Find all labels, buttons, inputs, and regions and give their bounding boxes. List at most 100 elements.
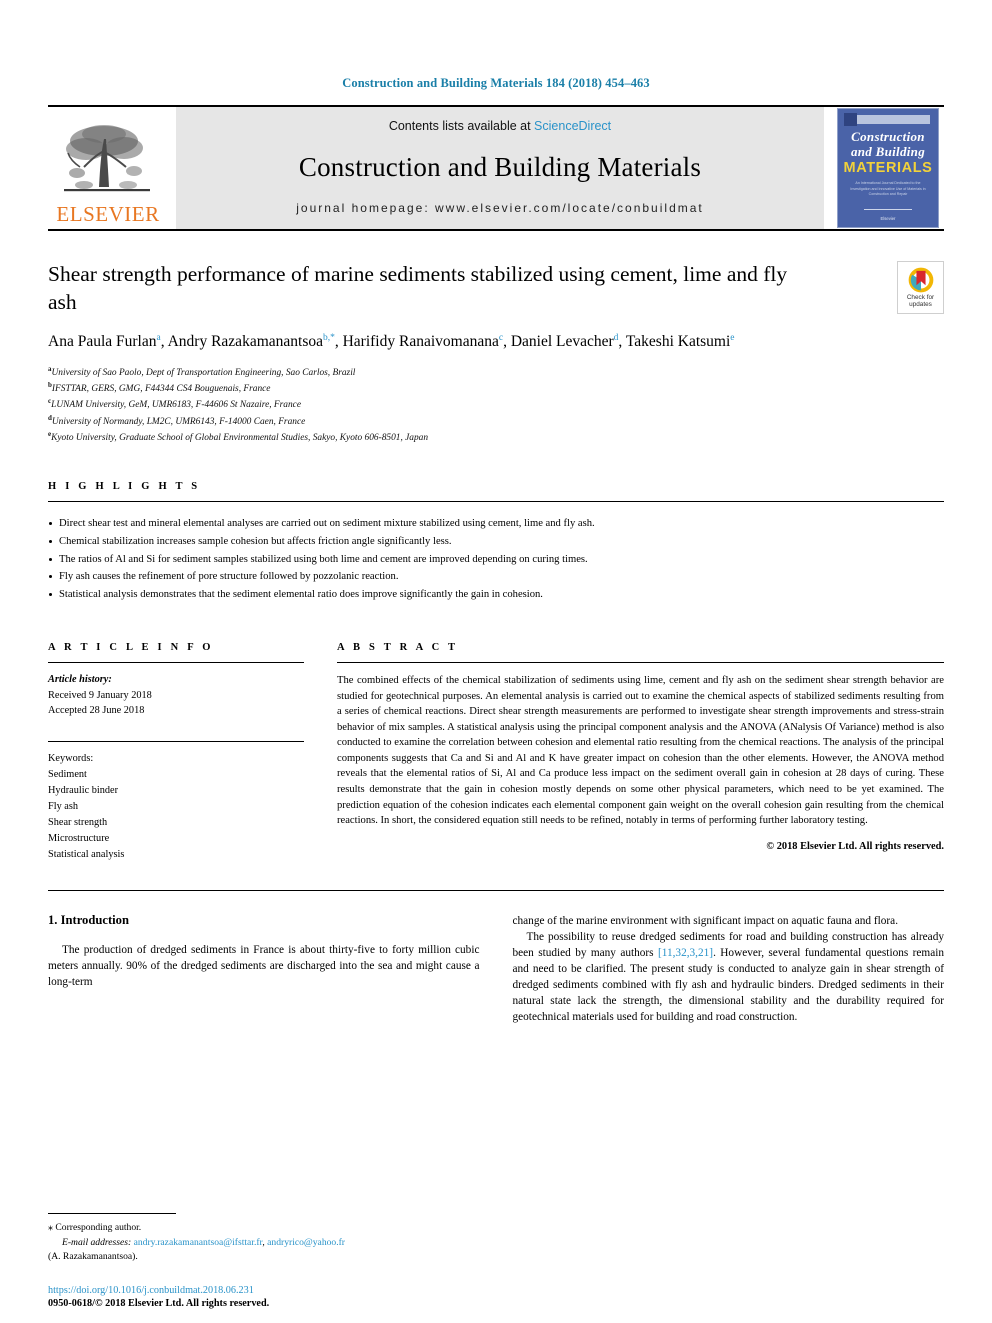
author-item: Ana Paula Furlana (48, 333, 161, 350)
list-item: Direct shear test and mineral elemental … (48, 515, 944, 533)
journal-masthead: ELSEVIER Contents lists available at Sci… (48, 105, 944, 231)
crossmark-badge[interactable]: Check for updates (897, 261, 944, 314)
info-abstract-row: A R T I C L E I N F O Article history: R… (48, 642, 944, 863)
author-name: Daniel Levacher (510, 332, 614, 350)
keyword-item: Sediment (48, 768, 87, 780)
article-info-divider (48, 662, 304, 664)
author-name: Ana Paula Furlan (48, 332, 157, 350)
abstract-column: A B S T R A C T The combined effects of … (337, 642, 944, 863)
abstract-copyright: © 2018 Elsevier Ltd. All rights reserved… (766, 840, 944, 852)
article-history-label: Article history: (48, 674, 112, 686)
abstract-heading: A B S T R A C T (337, 642, 459, 654)
asterisk-icon: ⁎ (48, 1222, 53, 1234)
cover-title-line2: and Building (850, 144, 926, 159)
affiliation-text: University of Sao Paolo, Dept of Transpo… (51, 368, 356, 378)
footnote-divider (48, 1213, 176, 1215)
affiliation-item: cLUNAM University, GeM, UMR6183, F-44606… (48, 396, 944, 412)
email-link-primary[interactable]: andry.razakamanantsoa@ifsttar.fr (134, 1237, 263, 1248)
abstract-divider (337, 662, 944, 664)
sciencedirect-link[interactable]: ScienceDirect (534, 119, 611, 133)
keyword-item: Shear strength (48, 816, 108, 828)
affiliation-text: LUNAM University, GeM, UMR6183, F-44606 … (51, 400, 301, 411)
running-head: Construction and Building Materials 184 … (342, 76, 650, 90)
article-accepted-date: Accepted 28 June 2018 (48, 705, 145, 717)
page-title: Shear strength performance of marine sed… (48, 262, 788, 314)
contents-prefix: Contents lists available at (388, 119, 535, 133)
keyword-item: Microstructure (48, 832, 110, 844)
doi-block: https://doi.org/10.1016/j.conbuildmat.20… (48, 1285, 518, 1309)
cover-elsevier-icon (844, 113, 857, 126)
keywords-label: Keywords: (48, 752, 94, 764)
article-history-block: Article history: Received 9 January 2018… (48, 672, 304, 719)
cover-blurb: An International Journal Dedicated to th… (850, 181, 926, 197)
journal-band: Contents lists available at ScienceDirec… (176, 107, 824, 229)
keyword-item: Statistical analysis (48, 848, 125, 860)
author-affil-marker: e (730, 332, 735, 343)
paragraph: change of the marine environment with si… (512, 914, 899, 927)
crossmark-icon (908, 267, 933, 292)
article-info-heading: A R T I C L E I N F O (48, 642, 214, 654)
author-name: Takeshi Katsumi (625, 332, 731, 350)
cover-topbar (846, 115, 930, 124)
cover-footer: Elsevier (880, 216, 896, 221)
affiliation-item: bIFSTTAR, GERS, GMG, F44344 CS4 Bouguena… (48, 380, 944, 396)
keywords-divider (48, 740, 304, 742)
highlights-divider (48, 501, 944, 503)
issn-copyright-line: 0950-0618/© 2018 Elsevier Ltd. All right… (48, 1298, 270, 1309)
email-link-secondary[interactable]: andryrico@yahoo.fr (267, 1237, 345, 1248)
footnote-text: ⁎ Corresponding author. E-mail addresses… (48, 1220, 478, 1265)
doi-link[interactable]: https://doi.org/10.1016/j.conbuildmat.20… (48, 1285, 518, 1296)
corresponding-author-note: ⁎ Corresponding author. (48, 1220, 478, 1236)
affiliation-item: eKyoto University, Graduate School of Gl… (48, 429, 944, 445)
author-item: Andry Razakamanantsoab,* (168, 333, 335, 350)
paragraph: The production of dredged sediments in F… (48, 943, 480, 988)
author-name: Harifidy Ranaivomanana (342, 332, 499, 350)
cover-title-line3: MATERIALS (843, 160, 933, 176)
section-heading-introduction: 1. Introduction (48, 912, 129, 927)
email-line: E-mail addresses: andry.razakamanantsoa@… (48, 1236, 478, 1251)
body-column-left: 1. Introduction The production of dredge… (48, 913, 480, 1026)
paper-page: Construction and Building Materials 184 … (0, 0, 992, 1323)
affiliation-text: University of Normandy, LM2C, UMR6143, F… (51, 416, 306, 427)
keyword-item: Hydraulic binder (48, 784, 119, 796)
article-received-date: Received 9 January 2018 (48, 689, 152, 701)
keywords-block: Keywords: Sediment Hydraulic binder Fly … (48, 751, 304, 863)
highlights-list: Direct shear test and mineral elemental … (48, 515, 944, 604)
citation-link[interactable]: [11,32,3,21] (658, 947, 713, 959)
author-item: Daniel Levacherd (511, 333, 619, 350)
contents-available-line: Contents lists available at ScienceDirec… (389, 119, 611, 133)
article-info-column: A R T I C L E I N F O Article history: R… (48, 642, 304, 863)
list-item: Chemical stabilization increases sample … (48, 533, 944, 551)
affiliation-text: IFSTTAR, GERS, GMG, F44344 CS4 Bouguenai… (51, 384, 271, 395)
author-separator: , (334, 332, 343, 350)
author-affil-marker: b,* (322, 332, 335, 343)
crossmark-line2: updates (909, 301, 932, 308)
highlights-section: H I G H L I G H T S Direct shear test an… (48, 481, 944, 604)
paragraph: The possibility to reuse dredged sedimen… (513, 929, 945, 1026)
email-addresses-label: E-mail addresses: (62, 1236, 132, 1248)
corresponding-author-label: Corresponding author. (55, 1222, 142, 1234)
journal-cover-thumbnail: Construction and Building MATERIALS An I… (832, 107, 944, 229)
highlights-heading: H I G H L I G H T S (48, 481, 201, 493)
author-separator: , (160, 332, 168, 350)
crossmark-label: Check for updates (907, 294, 934, 309)
list-item: The ratios of Al and Si for sediment sam… (48, 551, 944, 569)
crossmark-line1: Check for (906, 293, 935, 301)
elsevier-logo: ELSEVIER (48, 107, 168, 229)
author-item: Harifidy Ranaivomananac (343, 333, 503, 350)
abstract-text: The combined effects of the chemical sta… (337, 675, 944, 827)
journal-homepage-link[interactable]: journal homepage: www.elsevier.com/locat… (296, 201, 704, 215)
journal-title: Construction and Building Materials (298, 151, 702, 182)
body-columns: 1. Introduction The production of dredge… (48, 913, 944, 1026)
list-item: Fly ash causes the refinement of pore st… (48, 568, 944, 586)
cover-title-line1: Construction (851, 129, 925, 144)
cover-divider (864, 209, 912, 210)
email-owner: (A. Razakamanantsoa). (48, 1251, 138, 1263)
author-item: Takeshi Katsumie (626, 333, 735, 350)
elsevier-wordmark: ELSEVIER (56, 202, 160, 226)
affiliation-item: aUniversity of Sao Paolo, Dept of Transp… (48, 364, 944, 380)
elsevier-tree-icon (64, 125, 150, 192)
affiliation-list: aUniversity of Sao Paolo, Dept of Transp… (48, 364, 944, 445)
body-column-right: change of the marine environment with si… (513, 913, 945, 1026)
author-list: Ana Paula Furlana, Andry Razakamanantsoa… (48, 331, 838, 353)
